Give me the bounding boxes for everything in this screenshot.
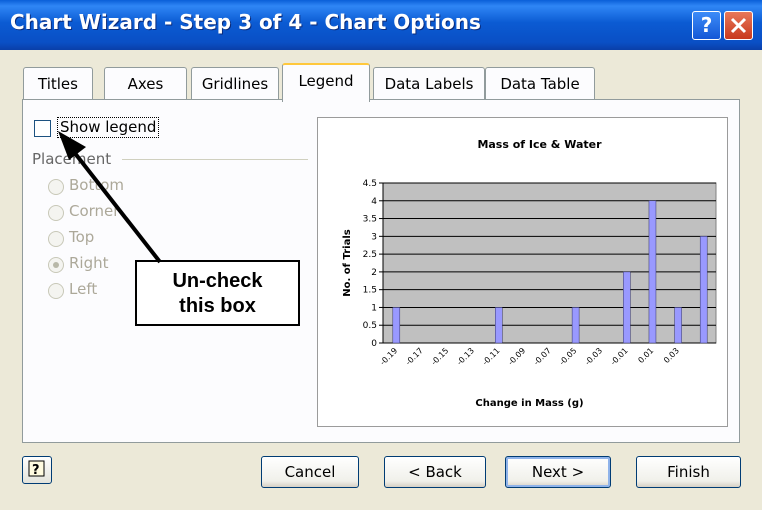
chart-title: Mass of Ice & Water <box>477 138 602 151</box>
y-tick-label: 3.5 <box>363 215 377 225</box>
x-tick-label: -0.15 <box>429 346 450 367</box>
x-tick-label: -0.09 <box>506 346 527 367</box>
y-tick-label: 4 <box>371 197 377 207</box>
y-tick-label: 0 <box>371 339 377 349</box>
bar <box>392 307 401 344</box>
cancel-button[interactable]: Cancel <box>261 456 359 488</box>
x-tick-label: 0.01 <box>636 346 655 365</box>
x-tick-label: -0.03 <box>583 346 604 367</box>
y-tick-label: 2.5 <box>363 250 377 260</box>
bar <box>571 307 580 344</box>
office-assistant-button[interactable]: ? <box>22 456 52 484</box>
y-tick-label: 0.5 <box>363 321 377 331</box>
x-tick-label: -0.11 <box>481 346 502 367</box>
y-tick-label: 2 <box>371 268 377 278</box>
bar <box>623 271 631 344</box>
bar <box>699 236 708 344</box>
x-tick-label: -0.01 <box>609 346 630 367</box>
y-tick-label: 1.5 <box>363 286 377 296</box>
x-tick-label: -0.05 <box>558 346 579 367</box>
chart-preview: Mass of Ice & Water 0 0.5 1 1.5 2 2.5 3 3.5 4 4.5 -… <box>317 117 728 427</box>
x-axis-title: Change in Mass (g) <box>475 398 583 409</box>
bar <box>648 200 657 344</box>
y-tick-label: 1 <box>371 303 377 313</box>
x-tick-label: 0.03 <box>662 346 681 365</box>
bar <box>674 307 682 344</box>
x-tick-label: -0.17 <box>404 346 425 367</box>
y-axis-title: No. of Trials <box>342 229 353 296</box>
next-button[interactable]: Next > <box>505 456 611 488</box>
x-tick-label: -0.07 <box>532 346 553 367</box>
svg-text:?: ? <box>32 463 40 478</box>
y-tick-label: 3 <box>371 232 377 242</box>
x-tick-label: -0.19 <box>378 346 399 367</box>
back-button[interactable]: < Back <box>384 456 486 488</box>
y-tick-label: 4.5 <box>363 179 377 189</box>
x-tick-label: -0.13 <box>455 346 476 367</box>
tab-legend[interactable]: Legend <box>282 63 370 102</box>
finish-button[interactable]: Finish <box>636 456 741 488</box>
assistant-help-icon: ? <box>28 460 45 478</box>
chart-svg: Mass of Ice & Water 0 0.5 1 1.5 2 2.5 3 3.5 4 4.5 -… <box>342 138 717 409</box>
bar <box>495 307 503 344</box>
plot-area <box>382 182 717 344</box>
